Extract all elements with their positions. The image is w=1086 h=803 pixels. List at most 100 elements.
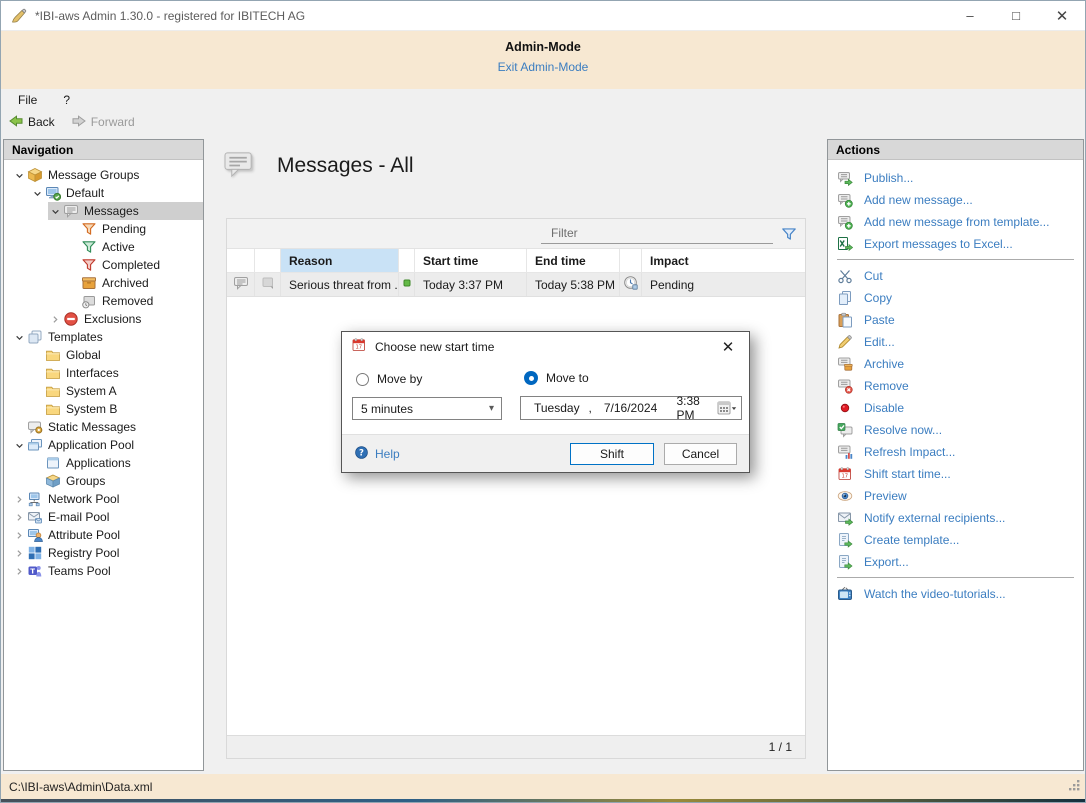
- status-bar: C:\IBI-aws\Admin\Data.xml: [1, 774, 1085, 799]
- messages-page-icon: [222, 149, 259, 183]
- action-export[interactable]: Export...: [828, 551, 1083, 573]
- action-shift-start-time[interactable]: 17Shift start time...: [828, 463, 1083, 485]
- column-header-reason[interactable]: Reason: [281, 249, 399, 272]
- page-arrow-icon: [837, 554, 855, 570]
- action-cut[interactable]: Cut: [828, 265, 1083, 287]
- action-preview[interactable]: Preview: [828, 485, 1083, 507]
- move-to-radio[interactable]: Move to: [524, 371, 589, 385]
- tree-item-exclusions[interactable]: Exclusions: [48, 310, 203, 328]
- maximize-button[interactable]: □: [993, 1, 1039, 30]
- chevron-right-icon[interactable]: [12, 527, 27, 543]
- navigation-header: Navigation: [4, 140, 203, 160]
- action-resolve-now[interactable]: Resolve now...: [828, 419, 1083, 441]
- expander-spacer: [66, 221, 81, 237]
- status-path: C:\IBI-aws\Admin\Data.xml: [9, 780, 152, 794]
- calendar-dropdown-icon[interactable]: [717, 400, 737, 416]
- action-disable[interactable]: Disable: [828, 397, 1083, 419]
- column-header-status[interactable]: [399, 249, 415, 272]
- table-header-row: Reason Start time End time Impact: [227, 249, 805, 273]
- back-button[interactable]: Back: [8, 113, 55, 132]
- action-notify-external-recipients[interactable]: Notify external recipients...: [828, 507, 1083, 529]
- duration-select[interactable]: 5 minutes ▾: [352, 397, 502, 420]
- chevron-right-icon[interactable]: [12, 563, 27, 579]
- action-paste[interactable]: Paste: [828, 309, 1083, 331]
- actions-separator: [837, 259, 1074, 260]
- action-add-new-message[interactable]: Add new message...: [828, 189, 1083, 211]
- tree-item-templates[interactable]: Templates: [12, 328, 203, 346]
- resize-grip-icon[interactable]: [1067, 778, 1081, 795]
- minimize-button[interactable]: –: [947, 1, 993, 30]
- forward-button[interactable]: Forward: [71, 113, 135, 132]
- chevron-down-icon[interactable]: [30, 185, 45, 201]
- tree-item-completed[interactable]: Completed: [66, 256, 203, 274]
- filter-icon[interactable]: [779, 225, 799, 243]
- action-remove[interactable]: Remove: [828, 375, 1083, 397]
- chevron-right-icon[interactable]: [12, 509, 27, 525]
- chevron-down-icon[interactable]: [12, 437, 27, 453]
- action-archive[interactable]: Archive: [828, 353, 1083, 375]
- tree-item-attribute-pool[interactable]: Attribute Pool: [12, 526, 203, 544]
- chevron-down-icon[interactable]: [12, 167, 27, 183]
- move-by-radio[interactable]: Move by: [356, 372, 422, 386]
- tree-item-messages[interactable]: Messages: [48, 202, 203, 220]
- column-header-start-time[interactable]: Start time: [415, 249, 527, 272]
- expander-spacer: [66, 293, 81, 309]
- menu-bar: File ?: [1, 89, 1085, 110]
- radio-unselected-icon[interactable]: [356, 373, 369, 386]
- action-add-new-message-from-template[interactable]: Add new message from template...: [828, 211, 1083, 233]
- tree-item-pending[interactable]: Pending: [66, 220, 203, 238]
- action-refresh-impact[interactable]: Refresh Impact...: [828, 441, 1083, 463]
- resolve-icon: [837, 422, 855, 438]
- menu-file[interactable]: File: [18, 93, 37, 107]
- copy-icon: [837, 290, 855, 306]
- window-title: *IBI-aws Admin 1.30.0 - registered for I…: [35, 9, 305, 23]
- action-create-template[interactable]: Create template...: [828, 529, 1083, 551]
- chevron-right-icon[interactable]: [12, 545, 27, 561]
- action-edit[interactable]: Edit...: [828, 331, 1083, 353]
- column-header-impact-icon[interactable]: [620, 249, 642, 272]
- action-publish[interactable]: Publish...: [828, 167, 1083, 189]
- tree-item-teams-pool[interactable]: TTeams Pool: [12, 562, 203, 580]
- chevron-down-icon[interactable]: [48, 203, 63, 219]
- action-copy[interactable]: Copy: [828, 287, 1083, 309]
- tree-item-active[interactable]: Active: [66, 238, 203, 256]
- chevron-down-icon[interactable]: [12, 329, 27, 345]
- folder-icon: [45, 401, 61, 417]
- action-watch-the-video-tutorials[interactable]: Watch the video-tutorials...: [828, 583, 1083, 605]
- tree-item-message-groups[interactable]: Message Groups: [12, 166, 203, 184]
- tree-item-registry-pool[interactable]: Registry Pool: [12, 544, 203, 562]
- tree-item-groups[interactable]: Groups: [30, 472, 203, 490]
- column-header-type[interactable]: [227, 249, 255, 272]
- column-header-state[interactable]: [255, 249, 281, 272]
- cancel-button[interactable]: Cancel: [664, 443, 737, 465]
- help-link[interactable]: ? Help: [354, 445, 400, 463]
- tree-item-default[interactable]: Default: [30, 184, 203, 202]
- tree-item-interfaces[interactable]: Interfaces: [30, 364, 203, 382]
- tree-item-archived[interactable]: Archived: [66, 274, 203, 292]
- tree-item-e-mail-pool[interactable]: E-mail Pool: [12, 508, 203, 526]
- datetime-picker[interactable]: Tuesday , 7/16/2024 3:38 PM: [520, 396, 742, 420]
- tv-icon: [837, 586, 855, 602]
- tree-item-static-messages[interactable]: Static Messages: [12, 418, 203, 436]
- tree-item-system-b[interactable]: System B: [30, 400, 203, 418]
- shift-button[interactable]: Shift: [570, 443, 654, 465]
- tree-item-network-pool[interactable]: Network Pool: [12, 490, 203, 508]
- cube-blue-icon: [45, 473, 61, 489]
- tree-item-application-pool[interactable]: Application Pool: [12, 436, 203, 454]
- chevron-right-icon[interactable]: [12, 491, 27, 507]
- dialog-close-icon[interactable]: ✕: [707, 332, 749, 361]
- action-export-messages-to-excel[interactable]: Export messages to Excel...: [828, 233, 1083, 255]
- filter-input[interactable]: [541, 224, 773, 244]
- radio-selected-icon[interactable]: [524, 371, 538, 385]
- message-row[interactable]: Serious threat from ... Today 3:37 PM To…: [227, 273, 805, 297]
- column-header-impact[interactable]: Impact: [642, 249, 805, 272]
- exit-admin-mode-link[interactable]: Exit Admin-Mode: [1, 60, 1085, 74]
- tree-item-applications[interactable]: Applications: [30, 454, 203, 472]
- tree-item-system-a[interactable]: System A: [30, 382, 203, 400]
- tree-item-global[interactable]: Global: [30, 346, 203, 364]
- menu-help[interactable]: ?: [63, 93, 70, 107]
- close-button[interactable]: ✕: [1039, 1, 1085, 30]
- tree-item-removed[interactable]: Removed: [66, 292, 203, 310]
- chevron-right-icon[interactable]: [48, 311, 63, 327]
- column-header-end-time[interactable]: End time: [527, 249, 620, 272]
